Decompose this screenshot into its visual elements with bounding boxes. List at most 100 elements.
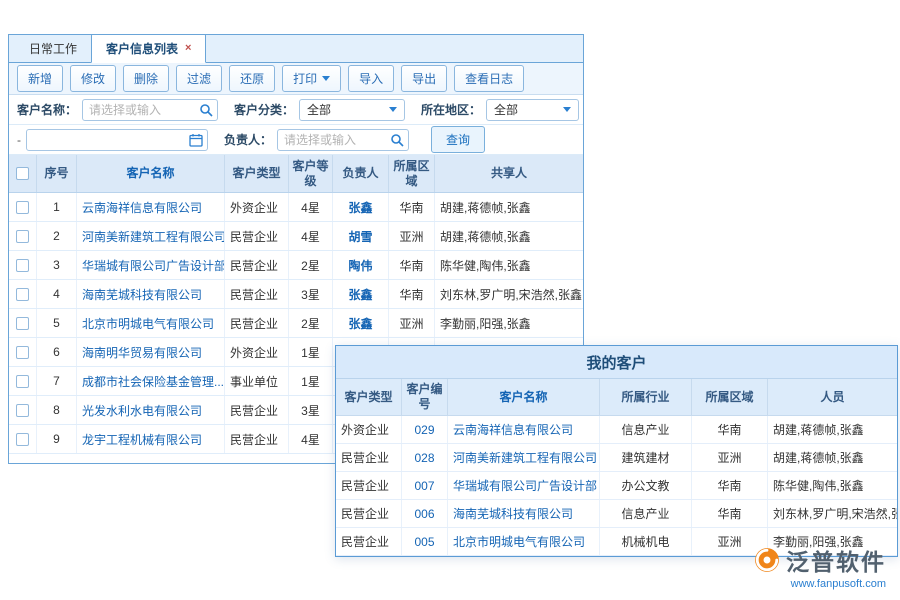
toolbar-button[interactable]: 导入	[348, 65, 394, 92]
cell-shared: 胡建,蒋德帧,张鑫	[435, 193, 583, 221]
header-region: 所属区域	[692, 379, 768, 415]
toolbar-button[interactable]: 过滤	[176, 65, 222, 92]
cell-manager-link[interactable]: 胡雪	[333, 222, 389, 250]
cell-no: 8	[37, 396, 77, 424]
table-row: 5 北京市明城电气有限公司 民营企业 2星 张鑫 亚洲 李勤丽,阳强,张鑫	[9, 309, 583, 338]
cell-customer-name-link[interactable]: 海南芜城科技有限公司	[448, 500, 600, 527]
table-row: 民营企业 007 华瑞城有限公司广告设计部 办公文教 华南 陈华健,陶伟,张鑫	[336, 472, 897, 500]
toolbar-button[interactable]: 修改	[70, 65, 116, 92]
header-person: 人员	[768, 379, 897, 415]
row-checkbox[interactable]	[16, 201, 29, 214]
manager-field	[277, 129, 409, 151]
close-icon[interactable]: ×	[185, 43, 191, 54]
cell-customer-code-link[interactable]: 029	[402, 416, 448, 443]
cell-customer-name-link[interactable]: 光发水利水电有限公司	[77, 396, 225, 424]
select-all-checkbox[interactable]	[16, 167, 29, 180]
row-checkbox[interactable]	[16, 433, 29, 446]
tab-daily-work[interactable]: 日常工作	[15, 34, 91, 62]
customer-name-input[interactable]	[89, 103, 195, 117]
cell-customer-name-link[interactable]: 云南海祥信息有限公司	[448, 416, 600, 443]
date-field	[26, 129, 208, 151]
manager-input[interactable]	[284, 133, 386, 147]
selected-value: 全部	[494, 101, 518, 118]
toolbar-button[interactable]: 新增	[17, 65, 63, 92]
my-customers-title: 我的客户	[336, 346, 897, 379]
toolbar-button[interactable]: 还原	[229, 65, 275, 92]
cell-person: 刘东林,罗广明,宋浩然,张鑫	[768, 500, 897, 527]
toolbar-button[interactable]: 删除	[123, 65, 169, 92]
chevron-down-icon	[389, 107, 397, 112]
cell-customer-type: 民营企业	[336, 528, 402, 555]
header-customer-name: 客户名称	[77, 155, 225, 192]
cell-customer-name-link[interactable]: 海南芜城科技有限公司	[77, 280, 225, 308]
region-select[interactable]: 全部	[486, 99, 579, 121]
cell-shared: 陈华健,陶伟,张鑫	[435, 251, 583, 279]
cell-manager-link[interactable]: 陶伟	[333, 251, 389, 279]
my-customers-body: 外资企业 029 云南海祥信息有限公司 信息产业 华南 胡建,蒋德帧,张鑫 民营…	[336, 416, 897, 556]
header-customer-type: 客户类型	[336, 379, 402, 415]
cell-customer-name-link[interactable]: 云南海祥信息有限公司	[77, 193, 225, 221]
query-button[interactable]: 查询	[431, 126, 485, 153]
filter-row-2: - 负责人： 查询	[9, 125, 583, 155]
cell-customer-code-link[interactable]: 005	[402, 528, 448, 555]
toolbar-button[interactable]: 查看日志	[454, 65, 524, 92]
tab-label: 客户信息列表	[106, 40, 178, 57]
row-checkbox[interactable]	[16, 317, 29, 330]
toolbar-button-label: 新增	[28, 70, 52, 87]
toolbar-button-label: 修改	[81, 70, 105, 87]
cell-customer-type: 民营企业	[336, 444, 402, 471]
manager-label: 负责人：	[224, 131, 272, 148]
checkbox-cell	[9, 367, 37, 395]
cell-customer-code-link[interactable]: 007	[402, 472, 448, 499]
cell-manager-link[interactable]: 张鑫	[333, 309, 389, 337]
cell-customer-name-link[interactable]: 北京市明城电气有限公司	[448, 528, 600, 555]
header-customer-name: 客户名称	[448, 379, 600, 415]
cell-customer-code-link[interactable]: 006	[402, 500, 448, 527]
region-label: 所在地区：	[421, 101, 481, 118]
cell-customer-name-link[interactable]: 华瑞城有限公司广告设计部	[448, 472, 600, 499]
row-checkbox[interactable]	[16, 375, 29, 388]
tab-bar: 日常工作 客户信息列表 ×	[9, 35, 583, 63]
cell-industry: 建筑建材	[600, 444, 692, 471]
search-icon[interactable]	[199, 103, 213, 117]
row-checkbox[interactable]	[16, 288, 29, 301]
cell-industry: 信息产业	[600, 416, 692, 443]
checkbox-cell	[9, 338, 37, 366]
calendar-icon[interactable]	[189, 133, 203, 147]
cell-customer-name-link[interactable]: 海南明华贸易有限公司	[77, 338, 225, 366]
chevron-down-icon	[563, 107, 571, 112]
cell-customer-code-link[interactable]: 028	[402, 444, 448, 471]
toolbar-button-label: 打印	[293, 70, 317, 87]
cell-no: 4	[37, 280, 77, 308]
toolbar-button-label: 导出	[412, 70, 436, 87]
filter-row-1: 客户名称： 客户分类： 全部 所在地区：	[9, 95, 583, 125]
toolbar-button[interactable]: 打印	[282, 65, 341, 92]
tab-customer-list[interactable]: 客户信息列表 ×	[91, 34, 206, 63]
fanpu-logo-icon	[754, 547, 780, 573]
cell-no: 2	[37, 222, 77, 250]
screen: 日常工作 客户信息列表 × 新增 修改 删除	[0, 0, 900, 600]
search-icon[interactable]	[390, 133, 404, 147]
customer-category-select[interactable]: 全部	[299, 99, 405, 121]
cell-customer-name-link[interactable]: 华瑞城有限公司广告设计部	[77, 251, 225, 279]
cell-customer-level: 2星	[289, 309, 333, 337]
cell-customer-name-link[interactable]: 河南美新建筑工程有限公司	[448, 444, 600, 471]
cell-no: 9	[37, 425, 77, 453]
cell-customer-type: 外资企业	[225, 193, 289, 221]
table-row: 外资企业 029 云南海祥信息有限公司 信息产业 华南 胡建,蒋德帧,张鑫	[336, 416, 897, 444]
row-checkbox[interactable]	[16, 404, 29, 417]
cell-customer-name-link[interactable]: 北京市明城电气有限公司	[77, 309, 225, 337]
row-checkbox[interactable]	[16, 230, 29, 243]
toolbar-button-label: 还原	[240, 70, 264, 87]
row-checkbox[interactable]	[16, 259, 29, 272]
row-checkbox[interactable]	[16, 346, 29, 359]
cell-customer-name-link[interactable]: 河南美新建筑工程有限公司	[77, 222, 225, 250]
cell-manager-link[interactable]: 张鑫	[333, 280, 389, 308]
cell-region: 华南	[389, 251, 435, 279]
cell-manager-link[interactable]: 张鑫	[333, 193, 389, 221]
toolbar-button[interactable]: 导出	[401, 65, 447, 92]
cell-customer-name-link[interactable]: 龙宇工程机械有限公司	[77, 425, 225, 453]
header-checkbox-cell	[9, 155, 37, 192]
cell-customer-name-link[interactable]: 成都市社会保险基金管理...	[77, 367, 225, 395]
date-input[interactable]	[33, 133, 185, 147]
